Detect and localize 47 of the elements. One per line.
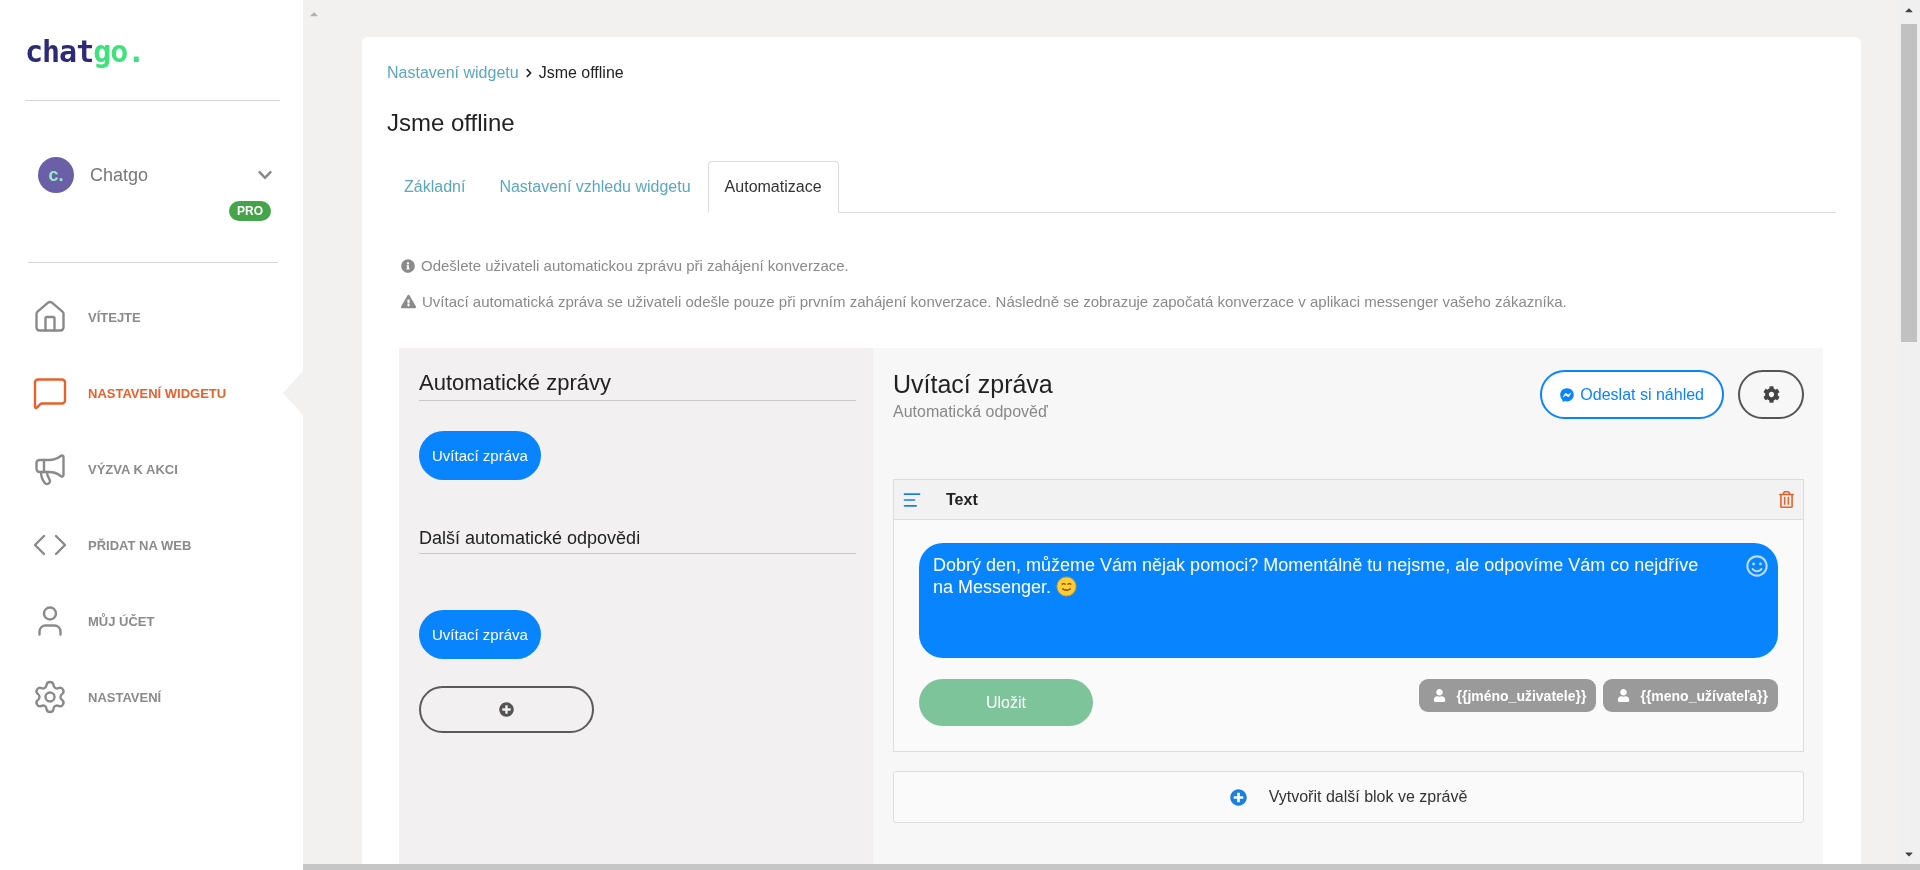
chat-bubble-icon [32,375,68,411]
message-button[interactable]: Uvítací zpráva [419,431,541,480]
user-icon [1433,689,1447,702]
notice-text: Uvítací automatická zpráva se uživateli odešle pouze při prvním zahájení konverzace. Následně se zobrazuje započatá konverzace v aplikaci messenger vašeho zákazníka. [422,293,1567,310]
plus-icon [1229,788,1247,806]
editor-subtitle: Automatická odpověď [893,403,1049,421]
add-block-button[interactable]: Vytvořit další blok ve zprávě [893,771,1804,823]
tab[interactable]: Automatizace [707,161,839,213]
nav-item[interactable]: NASTAVENÍ WIDGETU [0,355,303,431]
section-heading: Automatické zprávy [419,370,856,401]
emoji-picker-icon[interactable] [1746,555,1768,577]
smiling-face-icon [1056,576,1078,597]
nav-item[interactable]: PŘIDAT NA WEB [0,507,303,583]
settings-icon [32,679,68,715]
breadcrumb-current: Jsme offline [538,64,624,82]
settings-icon [1762,386,1780,403]
info-icon [401,258,415,273]
chevron-right-icon [523,68,534,78]
notice-text: Odešlete uživateli automatickou zprávu při zahájení konverzace. [421,257,849,274]
delete-icon[interactable] [1778,491,1795,508]
editor-title: Uvítací zpráva [893,370,1053,399]
messenger-icon [1560,387,1575,402]
house-icon [32,299,68,335]
plan-badge: PRO [229,201,271,221]
warning-icon [401,294,416,309]
settings-button[interactable] [1738,370,1804,419]
save-button[interactable]: Uložit [919,679,1093,726]
nav-item[interactable]: MŮJ ÚČET [0,583,303,659]
avatar: c. [38,157,74,193]
section-heading: Další automatické odpovědi [419,528,856,554]
block-label: Text [946,490,979,509]
page-title: Jsme offline [387,109,516,137]
add-message-button[interactable] [419,686,594,733]
plus-icon [499,702,514,717]
account-name[interactable]: Chatgo [90,164,241,186]
breadcrumb-link[interactable]: Nastavení widgetu [387,64,519,82]
nav-item[interactable]: VÍTEJTE [0,279,303,355]
variable-tag[interactable]: {{jméno_uživatele}} [1419,679,1597,712]
user-icon [1617,689,1631,702]
nav-item[interactable]: VÝZVA K AKCI [0,431,303,507]
megaphone-icon [32,451,68,487]
message-field[interactable]: Dobrý den, můžeme Vám nějak pomoci? Momentálně tu nejsme, ale odpovíme Vám co nejdříve na Messenger. [919,543,1778,658]
logo[interactable]: chatgo. [25,34,145,69]
variable-tag[interactable]: {{meno_užívateľa}} [1603,679,1778,712]
send-preview-button[interactable]: Odeslat si náhled [1540,370,1724,419]
nav-item[interactable]: NASTAVENÍ [0,659,303,735]
message-button[interactable]: Uvítací zpráva [419,610,541,659]
